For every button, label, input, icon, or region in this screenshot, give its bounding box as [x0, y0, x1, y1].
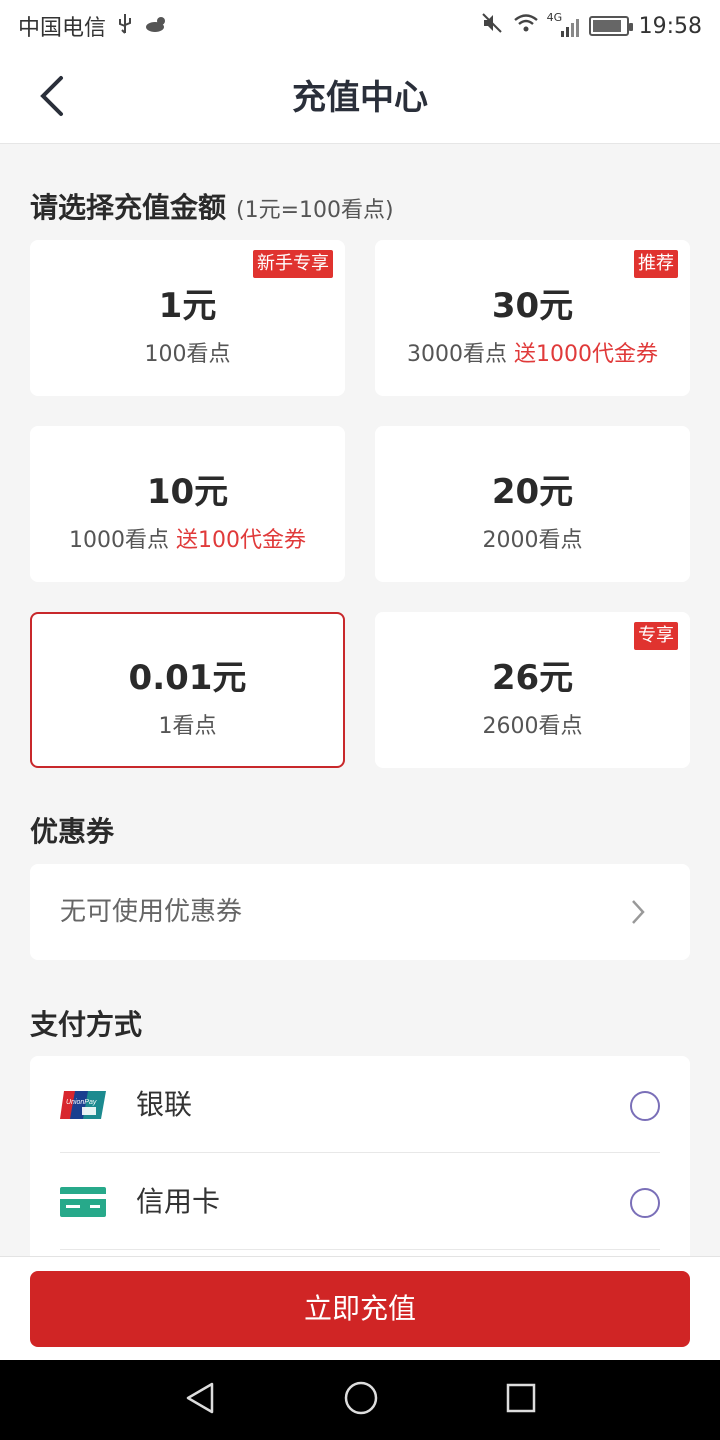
- payment-method-credit-card[interactable]: 信用卡: [30, 1153, 690, 1250]
- page-title: 充值中心: [292, 78, 428, 118]
- unionpay-icon: UnionPay: [60, 1090, 106, 1120]
- rate-note: (1元=100看点): [236, 198, 394, 223]
- nav-recents-icon[interactable]: [506, 1383, 536, 1417]
- credit-card-icon: [60, 1187, 106, 1217]
- wifi-icon: [513, 13, 539, 39]
- weather-icon: [144, 14, 170, 39]
- badge-exclusive: 专享: [634, 622, 678, 650]
- nav-bar: 充值中心: [0, 52, 720, 144]
- points-value: 2000看点: [482, 528, 583, 553]
- recharge-now-button[interactable]: 立即充值: [30, 1271, 690, 1347]
- points-value: 2600看点: [482, 714, 583, 739]
- radio-unionpay[interactable]: [630, 1091, 660, 1121]
- bonus-text: 送100代金券: [176, 528, 306, 553]
- nav-home-icon[interactable]: [343, 1380, 379, 1420]
- bonus-text: 送1000代金券: [514, 342, 658, 367]
- option-price: 0.01元: [128, 658, 247, 698]
- option-price: 30元: [491, 286, 574, 326]
- badge-recommended: 推荐: [634, 250, 678, 278]
- radio-credit-card[interactable]: [630, 1188, 660, 1218]
- amount-option-26[interactable]: 专享 26元 2600看点: [375, 612, 690, 768]
- amount-option-1[interactable]: 新手专享 1元 100看点: [30, 240, 345, 396]
- amount-option-0-01[interactable]: 0.01元 1看点: [30, 612, 345, 768]
- payment-section-title: 支付方式: [30, 1008, 143, 1041]
- option-price: 1元: [158, 286, 217, 326]
- coupon-value: 无可使用优惠券: [60, 897, 243, 927]
- amount-option-30[interactable]: 推荐 30元 3000看点 送1000代金券: [375, 240, 690, 396]
- signal-icon: 4G: [547, 11, 579, 37]
- option-price: 26元: [491, 658, 574, 698]
- option-points: 3000看点 送1000代金券: [375, 336, 690, 368]
- coupon-section-title: 优惠券: [30, 815, 115, 848]
- badge-newcomer: 新手专享: [253, 250, 333, 278]
- battery-icon: [588, 16, 633, 36]
- chevron-right-icon: [630, 898, 646, 930]
- option-points: 1看点: [32, 708, 343, 740]
- network-type: 4G: [546, 11, 563, 24]
- usb-icon: [116, 13, 134, 40]
- mute-icon: [481, 12, 503, 40]
- points-value: 1看点: [158, 714, 217, 739]
- option-price: 20元: [491, 472, 574, 512]
- amount-option-20[interactable]: 20元 2000看点: [375, 426, 690, 582]
- divider: [60, 1249, 660, 1250]
- payment-label: 银联: [136, 1088, 193, 1121]
- status-bar-left: 中国电信: [18, 10, 170, 42]
- payment-label: 信用卡: [136, 1185, 221, 1218]
- nav-back-icon[interactable]: [184, 1381, 216, 1419]
- option-points: 2600看点: [375, 708, 690, 740]
- amount-section-title: 请选择充值金额 (1元=100看点): [30, 186, 394, 226]
- carrier-label: 中国电信: [18, 16, 107, 41]
- option-points: 1000看点 送100代金券: [30, 522, 345, 554]
- option-price: 10元: [146, 472, 229, 512]
- svg-text:UnionPay: UnionPay: [66, 1099, 97, 1106]
- amount-section-label: 请选择充值金额: [30, 191, 227, 224]
- points-value: 100看点: [144, 342, 231, 367]
- points-value: 3000看点: [407, 342, 507, 367]
- clock: 19:58: [638, 13, 702, 39]
- amount-option-10[interactable]: 10元 1000看点 送100代金券: [30, 426, 345, 582]
- payment-method-unionpay[interactable]: UnionPay 银联: [30, 1056, 690, 1153]
- option-points: 2000看点: [375, 522, 690, 554]
- bottom-action-bar: 立即充值: [0, 1256, 720, 1360]
- status-bar-right: 4G 19:58: [481, 11, 702, 40]
- points-value: 1000看点: [69, 528, 169, 553]
- option-points: 100看点: [30, 336, 345, 368]
- system-nav-bar: [0, 1360, 720, 1440]
- coupon-selector[interactable]: 无可使用优惠券: [30, 864, 690, 960]
- status-bar: 中国电信 4G 19:58: [0, 0, 720, 52]
